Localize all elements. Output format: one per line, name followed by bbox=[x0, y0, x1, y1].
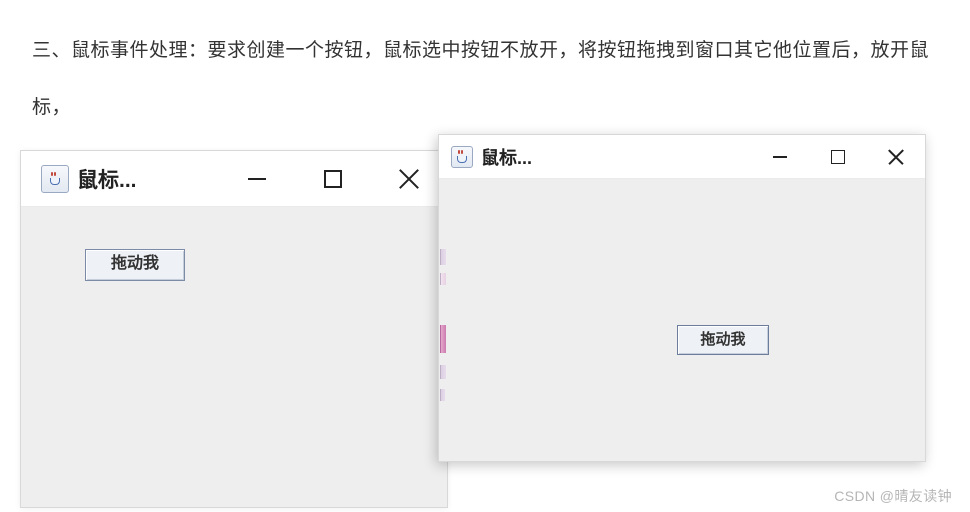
maximize-button[interactable] bbox=[295, 151, 371, 206]
close-button[interactable] bbox=[371, 151, 447, 206]
window-controls bbox=[219, 151, 447, 206]
close-icon bbox=[888, 149, 904, 165]
minimize-icon bbox=[773, 156, 787, 158]
close-button[interactable] bbox=[867, 135, 925, 178]
client-area[interactable]: 拖动我 bbox=[21, 207, 447, 507]
drag-button[interactable]: 拖动我 bbox=[85, 249, 185, 281]
drag-button[interactable]: 拖动我 bbox=[677, 325, 769, 355]
window-controls bbox=[751, 135, 925, 178]
description-text: 三、鼠标事件处理：要求创建一个按钮，鼠标选中按钮不放开，将按钮拖拽到窗口其它他位… bbox=[0, 0, 970, 136]
minimize-button[interactable] bbox=[751, 135, 809, 178]
window-right: 鼠标... 拖动我 bbox=[438, 134, 926, 462]
titlebar[interactable]: 鼠标... bbox=[439, 135, 925, 179]
client-area[interactable]: 拖动我 bbox=[439, 179, 925, 461]
close-icon bbox=[399, 169, 419, 189]
window-title: 鼠标... bbox=[481, 144, 532, 170]
window-left: 鼠标... 拖动我 bbox=[20, 150, 448, 508]
maximize-icon bbox=[831, 150, 845, 164]
windows-area: 鼠标... 拖动我 鼠标... bbox=[20, 150, 950, 510]
java-cup-icon bbox=[41, 165, 69, 193]
left-edge-artifact bbox=[439, 179, 449, 461]
maximize-icon bbox=[324, 170, 342, 188]
window-title: 鼠标... bbox=[77, 164, 137, 194]
maximize-button[interactable] bbox=[809, 135, 867, 178]
watermark: CSDN @晴友读钟 bbox=[834, 486, 952, 506]
java-cup-icon bbox=[451, 146, 473, 168]
minimize-icon bbox=[248, 178, 266, 180]
titlebar[interactable]: 鼠标... bbox=[21, 151, 447, 207]
minimize-button[interactable] bbox=[219, 151, 295, 206]
